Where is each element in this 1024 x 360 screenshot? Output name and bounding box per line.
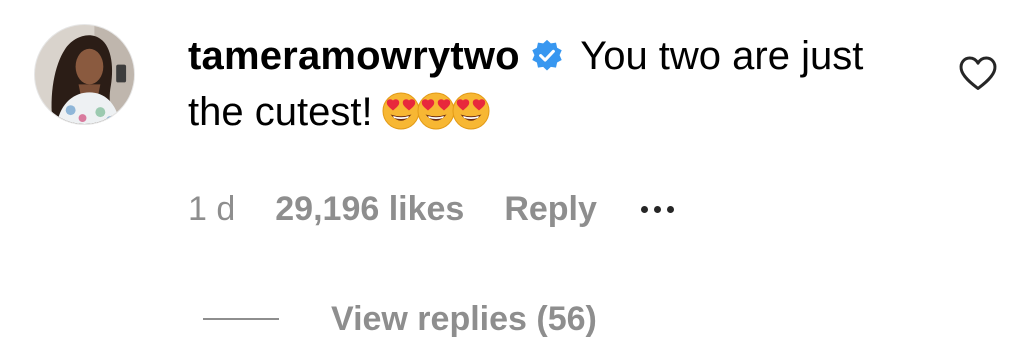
replies-divider — [203, 318, 279, 320]
heart-eyes-emoji — [451, 91, 491, 131]
likes-count[interactable]: 29,196 likes — [275, 190, 464, 229]
verified-badge-icon — [530, 39, 564, 73]
profile-photo — [35, 25, 134, 124]
view-replies-button[interactable]: View replies (56) — [203, 296, 597, 342]
dot — [666, 205, 674, 213]
like-button[interactable] — [958, 54, 998, 92]
avatar[interactable] — [34, 24, 135, 125]
username[interactable]: tameramowrytwo — [188, 34, 520, 78]
view-replies-label: View replies (56) — [331, 299, 597, 338]
comment: tameramowrytwo You two are just the cute… — [0, 0, 1024, 360]
reply-button[interactable]: Reply — [504, 190, 597, 229]
timestamp: 1 d — [188, 189, 236, 228]
more-horizontal-icon[interactable] — [640, 199, 674, 219]
heart-eyes-emoji — [416, 91, 456, 131]
comment-meta: 1 d 29,196 likes Reply — [188, 186, 674, 232]
heart-outline-icon — [959, 56, 997, 90]
dot — [640, 205, 648, 213]
dot — [653, 205, 661, 213]
heart-eyes-emoji — [381, 91, 421, 131]
comment-body: tameramowrytwo You two are just the cute… — [188, 28, 908, 146]
emoji-group — [381, 90, 490, 146]
